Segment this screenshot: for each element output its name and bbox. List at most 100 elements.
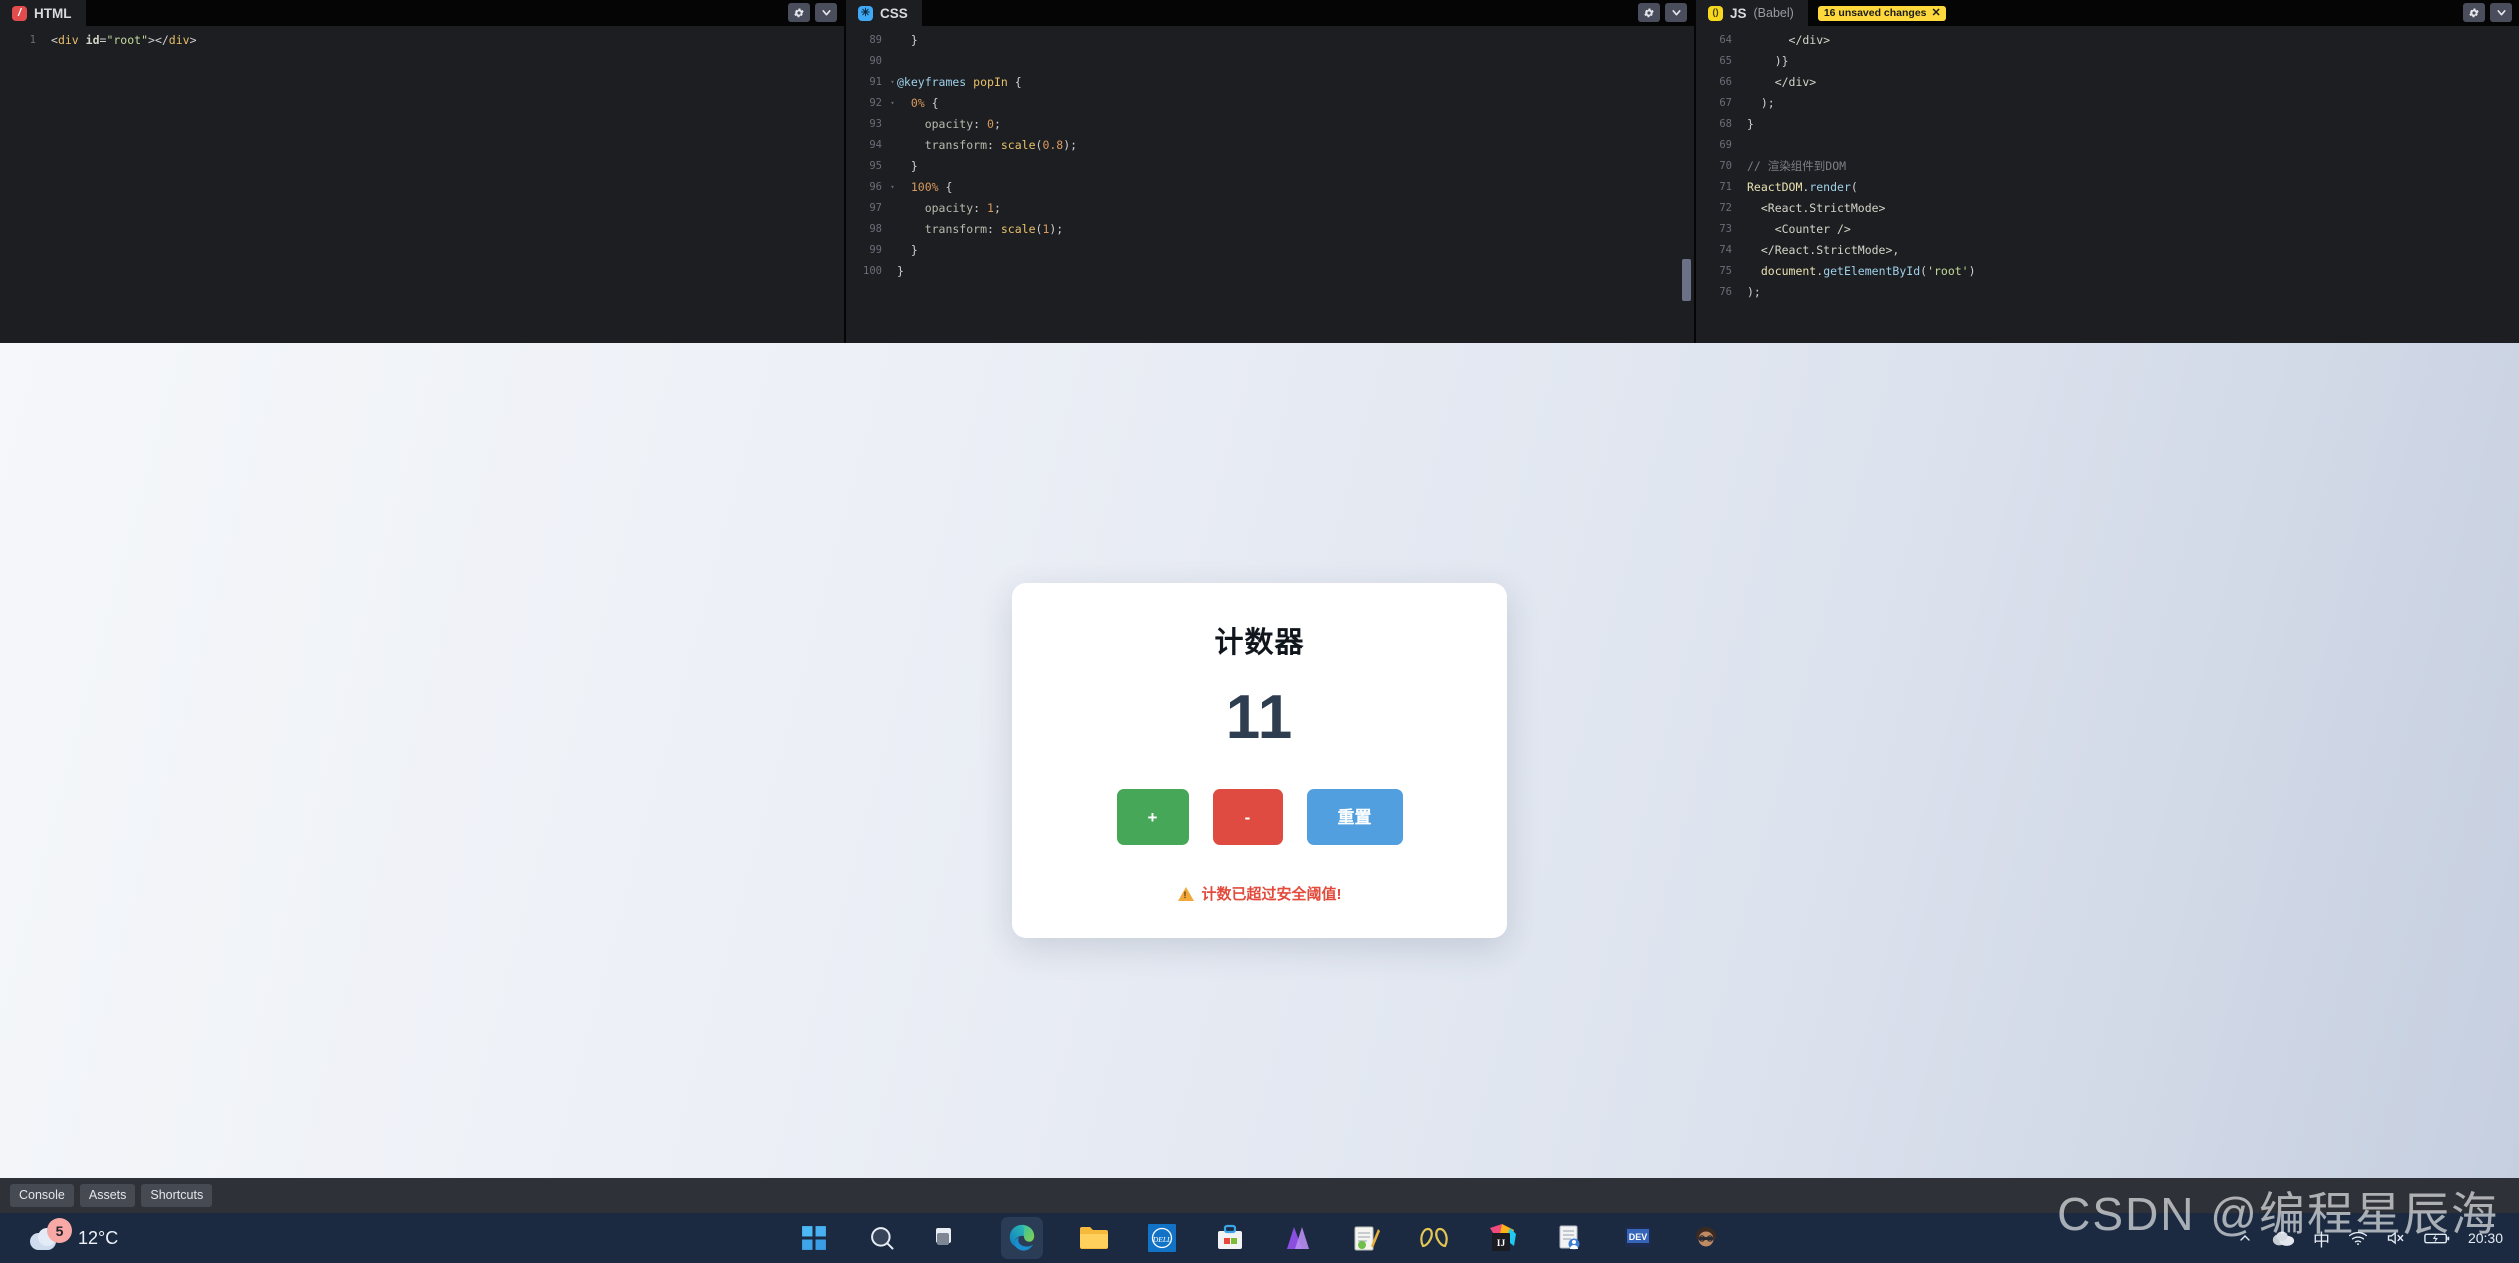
wifi-icon[interactable]: [2348, 1230, 2368, 1246]
code-line: 66 </div>: [1696, 72, 2519, 93]
css-badge-icon: ✳: [858, 5, 873, 21]
chevron-down-icon[interactable]: [1665, 3, 1687, 22]
code-line: 75 document.getElementById('root'): [1696, 261, 2519, 282]
js-pane-actions: [2463, 3, 2512, 22]
code-line-text: }: [1747, 117, 1754, 131]
html-badge-icon: /: [12, 5, 27, 21]
line-number: 94: [869, 139, 882, 151]
code-line-text: <React.StrictMode>: [1747, 201, 1886, 215]
line-number: 98: [869, 223, 882, 235]
dev-app-icon[interactable]: DEV: [1621, 1221, 1655, 1255]
taskbar-clock[interactable]: 20:30: [2468, 1230, 2503, 1246]
unsaved-changes-label: 16 unsaved changes: [1823, 6, 1927, 19]
line-number: 99: [869, 244, 882, 256]
code-line-text: transform: scale(1);: [897, 222, 1064, 236]
speaker-muted-icon[interactable]: [2386, 1230, 2406, 1246]
code-line-text: }: [897, 33, 918, 47]
chevron-down-icon[interactable]: [2490, 3, 2512, 22]
code-fold-arrow-icon[interactable]: ▾: [888, 93, 897, 114]
code-fold-arrow-icon[interactable]: ▾: [888, 72, 897, 93]
reset-button[interactable]: 重置: [1306, 789, 1403, 845]
code-line-text: opacity: 0;: [897, 117, 1001, 131]
console-button[interactable]: Console: [10, 1184, 74, 1207]
increment-button[interactable]: +: [1116, 789, 1189, 845]
line-number: 64: [1719, 34, 1732, 46]
chevron-up-icon[interactable]: [2237, 1230, 2253, 1246]
line-number: 89: [869, 34, 882, 46]
code-line: 92 ▾ 0% {: [846, 93, 1694, 114]
weather-cloud-icon: 5: [28, 1218, 72, 1251]
code-line-text: @keyframes popIn {: [897, 75, 1022, 89]
intellij-idea-icon[interactable]: IJ: [1485, 1221, 1519, 1255]
line-number: 92: [869, 97, 882, 109]
code-line-text: // 渲染组件到DOM: [1747, 159, 1847, 173]
file-explorer-icon[interactable]: [1077, 1221, 1111, 1255]
html-pane: / HTML 1 <div id="root"></div>: [0, 0, 846, 343]
js-badge-icon: (): [1708, 5, 1723, 21]
code-line: 65 )}: [1696, 51, 2519, 72]
shortcuts-button[interactable]: Shortcuts: [141, 1184, 213, 1207]
code-line-text: <Counter />: [1747, 222, 1851, 236]
gear-icon[interactable]: [788, 3, 810, 22]
code-line-text: }: [897, 243, 918, 257]
code-line-text: opacity: 1;: [897, 201, 1001, 215]
code-line: 69: [1696, 135, 2519, 156]
weather-temperature: 12°C: [78, 1227, 119, 1248]
code-line: 68}: [1696, 114, 2519, 135]
system-tray: 中 20:30: [2237, 1226, 2503, 1251]
notification-badge: 5: [47, 1218, 72, 1243]
task-view-icon[interactable]: [933, 1221, 967, 1255]
html-pane-title: HTML: [34, 5, 72, 21]
onedrive-icon[interactable]: [2271, 1229, 2295, 1247]
code-line: 70 // 渲染组件到DOM: [1696, 156, 2519, 177]
assets-button[interactable]: Assets: [79, 1184, 136, 1207]
html-code-area[interactable]: 1 <div id="root"></div>: [0, 26, 844, 51]
gear-icon[interactable]: [2463, 3, 2485, 22]
js-pane-tab[interactable]: () JS (Babel): [1696, 0, 1808, 26]
microsoft-edge-icon[interactable]: [1000, 1217, 1043, 1259]
code-line: 71 ReactDOM.render(: [1696, 177, 2519, 198]
code-line: 64 </div>: [1696, 30, 2519, 51]
start-button-icon[interactable]: [797, 1221, 831, 1255]
gear-icon[interactable]: [1638, 3, 1660, 22]
code-line: 1 <div id="root"></div>: [0, 30, 844, 51]
css-code-area[interactable]: 89 } 90 91 ▾ @keyframes popIn {92 ▾ 0% {93 op…: [846, 26, 1694, 282]
code-line: 90: [846, 51, 1694, 72]
sticky-notes-icon[interactable]: [1553, 1221, 1587, 1255]
line-number: 95: [869, 160, 882, 172]
unsaved-changes-badge[interactable]: 16 unsaved changes ✕: [1817, 5, 1946, 21]
code-line: 98 transform: scale(1);: [846, 219, 1694, 240]
microsoft-store-icon[interactable]: [1213, 1221, 1247, 1255]
weather-widget[interactable]: 5 12°C: [0, 1218, 119, 1251]
svg-text:DELL: DELL: [1151, 1235, 1170, 1244]
search-icon[interactable]: [865, 1221, 899, 1255]
affinity-icon[interactable]: [1281, 1221, 1315, 1255]
code-line: 95 }: [846, 156, 1694, 177]
code-line: 89 }: [846, 30, 1694, 51]
js-code-area[interactable]: 64 </div> 65 )} 66 </div> 67 ); 68} 69 70// 渲染…: [1696, 26, 2519, 303]
line-number: 91: [869, 76, 882, 88]
css-pane-tab[interactable]: ✳ CSS: [846, 0, 922, 26]
css-pane-actions: [1638, 3, 1687, 22]
chevron-down-icon[interactable]: [815, 3, 837, 22]
decrement-button[interactable]: -: [1212, 789, 1283, 845]
mongodb-compass-icon[interactable]: [1417, 1221, 1451, 1255]
ime-chinese-icon[interactable]: 中: [2313, 1226, 2330, 1251]
warning-text: 计数已超过安全阈值!: [1201, 886, 1342, 903]
warning-message: 计数已超过安全阈值!: [1042, 883, 1477, 904]
code-line-text: </div>: [1747, 75, 1817, 89]
notepad-icon[interactable]: [1349, 1221, 1383, 1255]
line-number: 76: [1719, 286, 1732, 298]
line-number: 100: [863, 265, 882, 277]
html-pane-tab[interactable]: / HTML: [0, 0, 86, 26]
css-pane-scrollbar[interactable]: [1682, 259, 1691, 301]
dell-icon[interactable]: DELL: [1145, 1221, 1179, 1255]
code-line: 100}: [846, 261, 1694, 282]
code-fold-arrow-icon[interactable]: ▾: [888, 177, 897, 198]
code-line: 76);: [1696, 282, 2519, 303]
code-line: 72 <React.StrictMode>: [1696, 198, 2519, 219]
user-avatar-icon[interactable]: [1689, 1221, 1723, 1255]
battery-charging-icon[interactable]: [2424, 1230, 2450, 1246]
js-pane: () JS (Babel) 16 unsaved changes ✕ 64 </…: [1696, 0, 2519, 343]
close-icon[interactable]: ✕: [1932, 7, 1941, 19]
